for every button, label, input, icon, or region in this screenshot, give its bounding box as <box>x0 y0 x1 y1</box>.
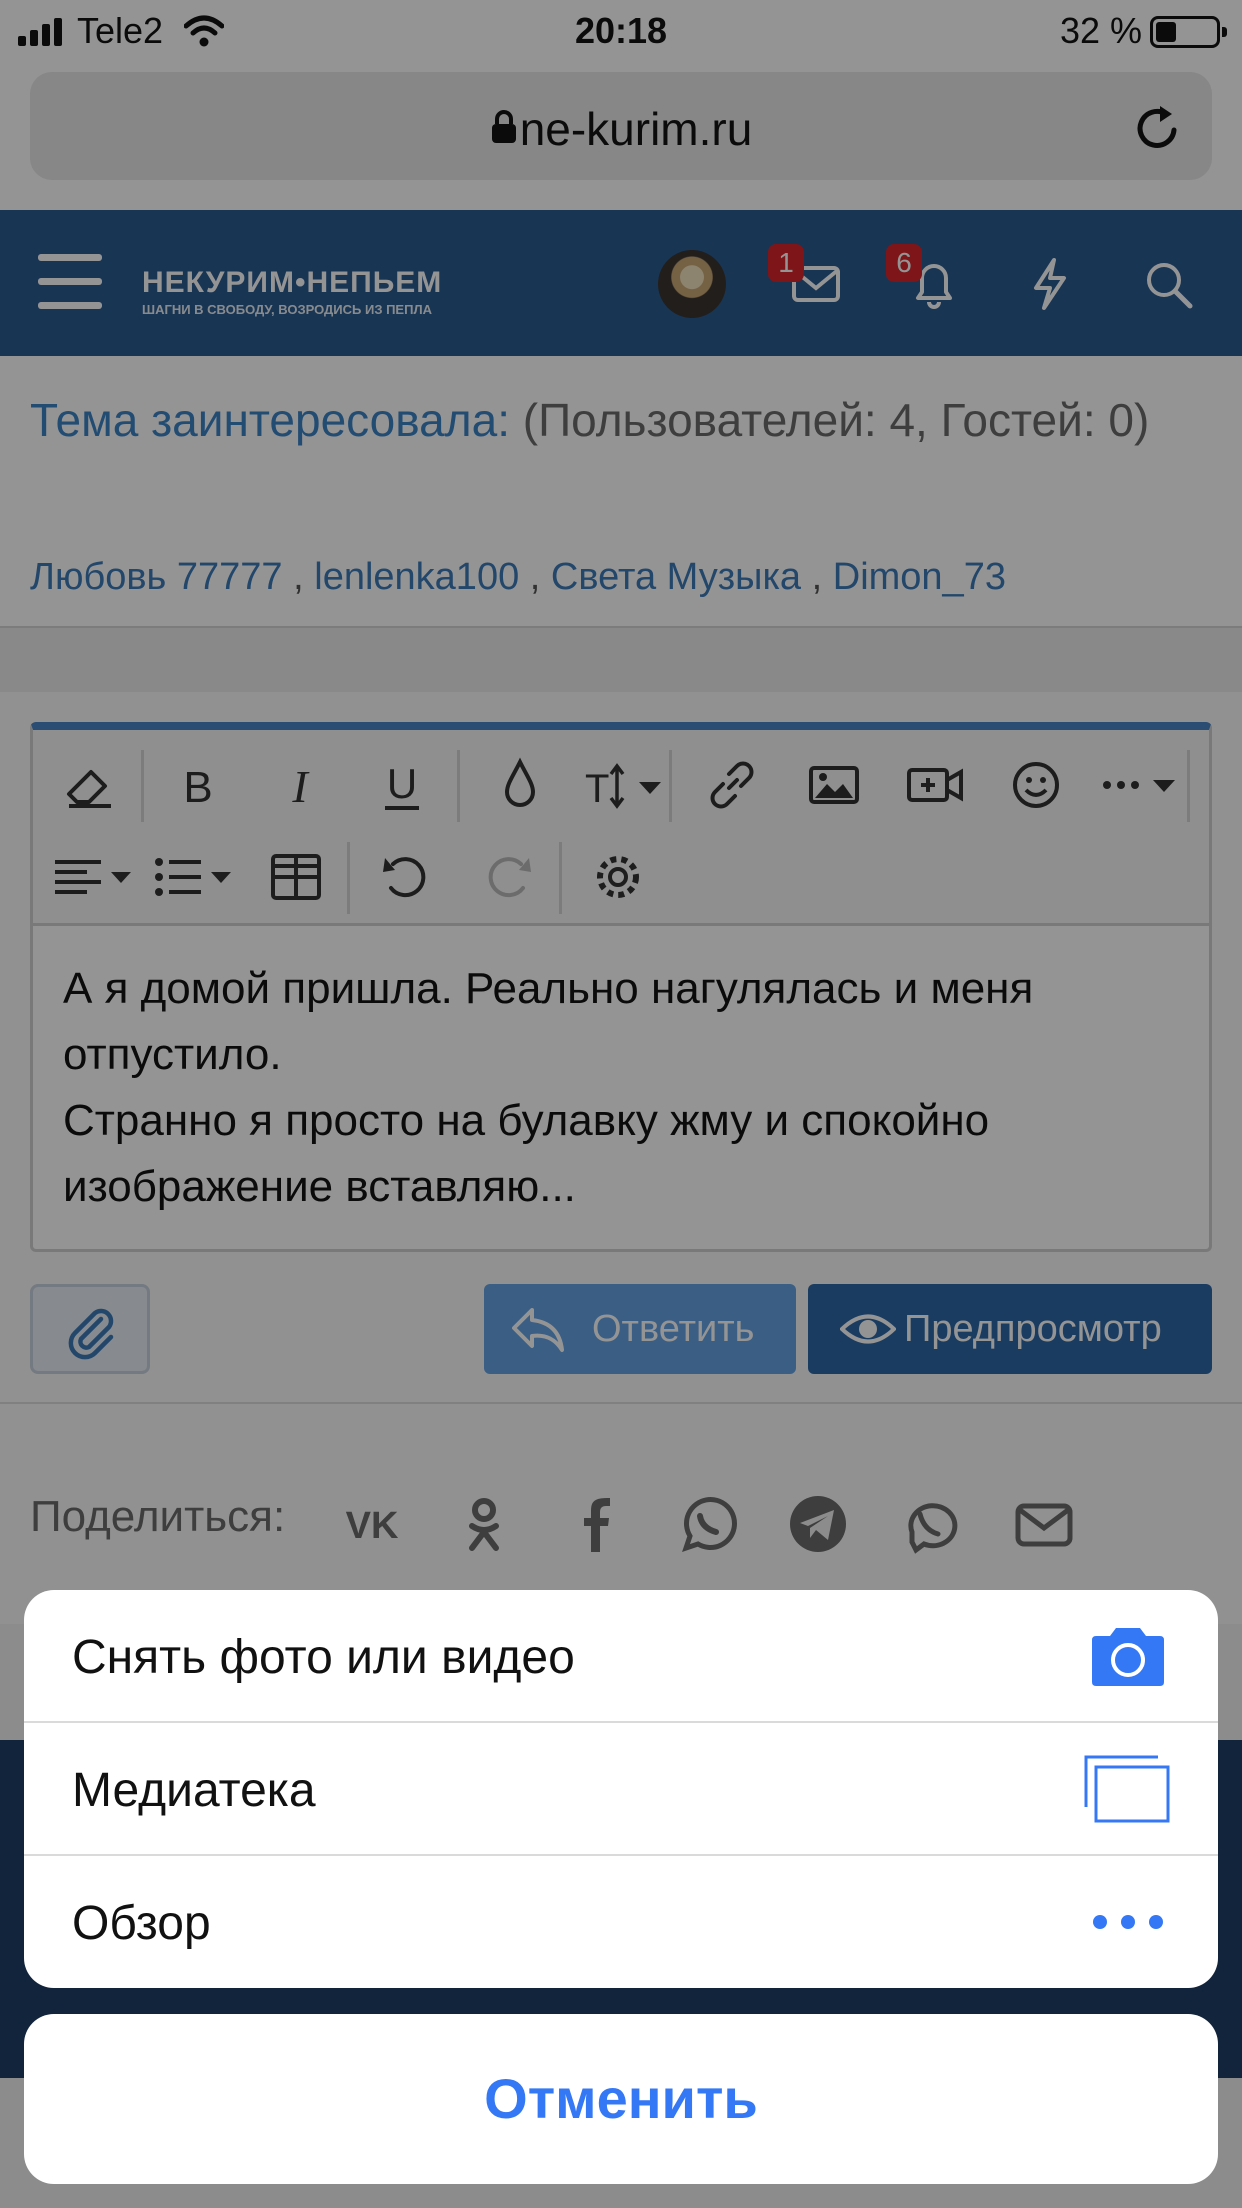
media-library-option[interactable]: Медиатека <box>24 1723 1218 1856</box>
file-picker-action-sheet: Снять фото или видео Медиатека Обзор <box>24 1590 1218 1988</box>
cancel-button[interactable]: Отменить <box>24 2014 1218 2184</box>
take-photo-option[interactable]: Снять фото или видео <box>24 1590 1218 1723</box>
photo-library-icon <box>1084 1755 1170 1823</box>
browse-option[interactable]: Обзор <box>24 1856 1218 1988</box>
camera-icon <box>1092 1628 1164 1686</box>
more-dots-icon <box>1093 1915 1163 1929</box>
